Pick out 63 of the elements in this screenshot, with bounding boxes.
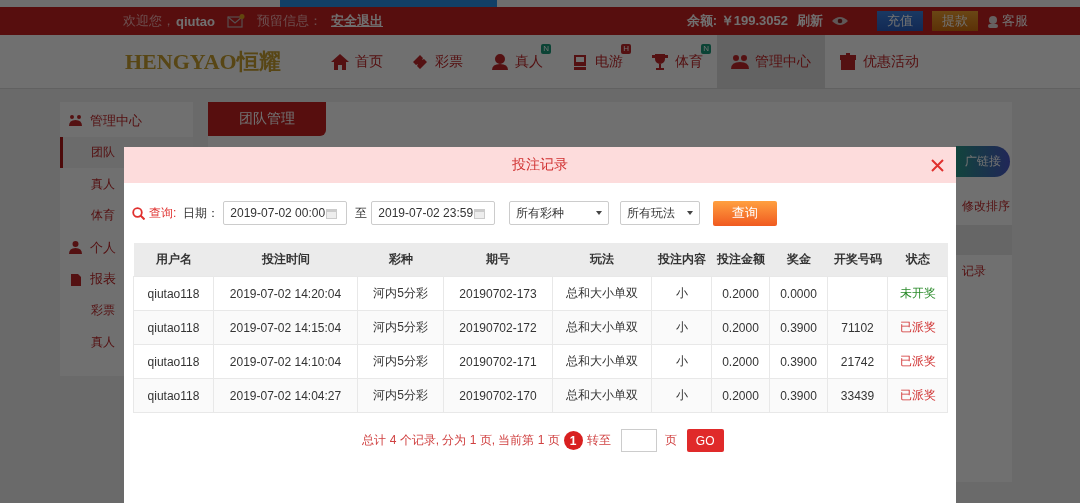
pagination-summary: 总计 4 个记录, 分为 1 页, 当前第 1 页 bbox=[362, 432, 560, 449]
column-header: 投注金额 bbox=[711, 243, 770, 277]
table-cell: 总和大小单双 bbox=[552, 310, 652, 345]
column-header: 期号 bbox=[443, 243, 553, 277]
table-cell: 0.2000 bbox=[711, 378, 770, 413]
column-header: 彩种 bbox=[357, 243, 444, 277]
table-cell: 小 bbox=[651, 344, 712, 379]
table-cell: 总和大小单双 bbox=[552, 276, 652, 311]
table-cell: 小 bbox=[651, 310, 712, 345]
table-cell: 总和大小单双 bbox=[552, 344, 652, 379]
dialog-title: 投注记录 bbox=[512, 156, 568, 174]
table-cell: 2019-07-02 14:04:27 bbox=[213, 378, 358, 413]
table-cell: 0.3900 bbox=[769, 344, 828, 379]
table-cell: 小 bbox=[651, 276, 712, 311]
table-cell: 0.0000 bbox=[769, 276, 828, 311]
table-cell: 2019-07-02 14:10:04 bbox=[213, 344, 358, 379]
table-cell: 0.2000 bbox=[711, 276, 770, 311]
status-cell: 未开奖 bbox=[887, 276, 948, 311]
table-cell: 河内5分彩 bbox=[357, 276, 444, 311]
status-cell: 已派奖 bbox=[887, 344, 948, 379]
column-header: 投注内容 bbox=[651, 243, 712, 277]
username: qiutao bbox=[176, 13, 215, 29]
page-unit-label: 页 bbox=[664, 432, 677, 449]
table-cell: 河内5分彩 bbox=[357, 344, 444, 379]
table-cell: qiutao118 bbox=[133, 344, 214, 379]
table-cell: 21742 bbox=[827, 344, 888, 379]
table-cell: qiutao118 bbox=[133, 378, 214, 413]
table-cell: 小 bbox=[651, 378, 712, 413]
status-cell: 已派奖 bbox=[887, 378, 948, 413]
table-cell: 0.2000 bbox=[711, 310, 770, 345]
table-cell: qiutao118 bbox=[133, 310, 214, 345]
column-header: 投注时间 bbox=[213, 243, 358, 277]
date-label: 日期： bbox=[183, 204, 220, 222]
table-cell: 20190702-171 bbox=[443, 344, 553, 379]
table-cell: 2019-07-02 14:15:04 bbox=[213, 310, 358, 345]
nav-badge: N bbox=[701, 44, 711, 54]
to-label: 至 bbox=[355, 204, 368, 222]
table-cell: 33439 bbox=[827, 378, 888, 413]
table-cell: 0.3900 bbox=[769, 378, 828, 413]
table-cell: 20190702-172 bbox=[443, 310, 553, 345]
nav-badge: H bbox=[621, 44, 631, 54]
table-cell: qiutao118 bbox=[133, 276, 214, 311]
column-header: 奖金 bbox=[769, 243, 828, 277]
table-cell: 河内5分彩 bbox=[357, 378, 444, 413]
query-label: 查询: bbox=[149, 204, 177, 222]
column-header: 玩法 bbox=[552, 243, 652, 277]
table-cell: 0.2000 bbox=[711, 344, 770, 379]
table-cell: 总和大小单双 bbox=[552, 378, 652, 413]
table-cell: 2019-07-02 14:20:04 bbox=[213, 276, 358, 311]
reserved-info-label: 预留信息： bbox=[257, 12, 322, 30]
welcome-text: 欢迎您， bbox=[123, 12, 175, 30]
status-cell: 已派奖 bbox=[887, 310, 948, 345]
table-cell: 河内5分彩 bbox=[357, 310, 444, 345]
balance-text: 余额: ￥199.3052 bbox=[686, 12, 788, 30]
column-header: 开奖号码 bbox=[827, 243, 888, 277]
table-cell: 0.3900 bbox=[769, 310, 828, 345]
table-cell: 71102 bbox=[827, 310, 888, 345]
column-header: 状态 bbox=[887, 243, 948, 277]
column-header: 用户名 bbox=[133, 243, 214, 277]
nav-badge: N bbox=[541, 44, 551, 54]
table-cell: 20190702-173 bbox=[443, 276, 553, 311]
table-cell: 20190702-170 bbox=[443, 378, 553, 413]
goto-label: 转至 bbox=[586, 432, 611, 449]
